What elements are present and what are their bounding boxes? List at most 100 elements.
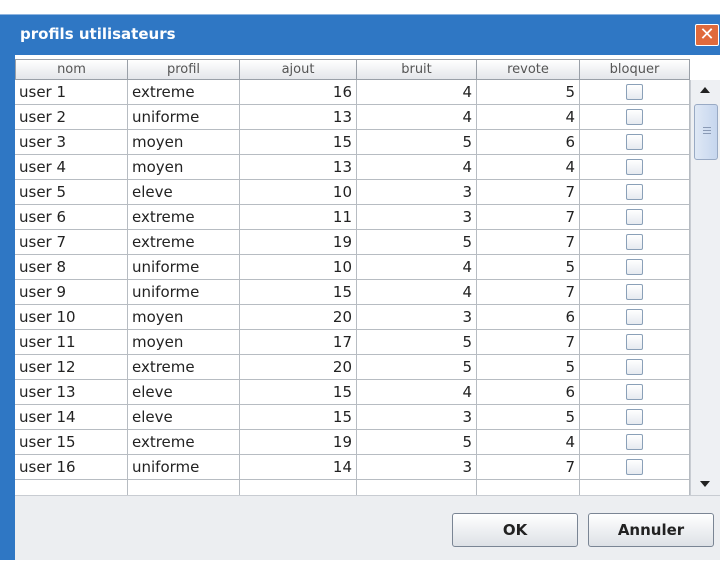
cell-ajout[interactable]: 15 [240,130,357,155]
cell-bruit[interactable]: 4 [357,255,477,280]
cell-nom[interactable]: user 7 [15,230,128,255]
cell-profil[interactable]: eleve [128,405,240,430]
cell-nom[interactable]: user 5 [15,180,128,205]
cell-ajout[interactable]: 19 [240,230,357,255]
cell-profil[interactable]: extreme [128,430,240,455]
table-row[interactable]: user 7 extreme 19 5 7 [15,230,690,255]
cell-revote[interactable]: 5 [477,80,580,105]
cell-revote[interactable]: 5 [477,405,580,430]
cell-revote[interactable]: 7 [477,205,580,230]
table-row[interactable]: user 12 extreme 20 5 5 [15,355,690,380]
cell-profil[interactable]: moyen [128,155,240,180]
cell-nom[interactable]: user 10 [15,305,128,330]
bloquer-checkbox[interactable] [625,309,643,325]
bloquer-checkbox[interactable] [625,209,643,225]
cell-nom[interactable]: user 4 [15,155,128,180]
table-row[interactable]: user 10 moyen 20 3 6 [15,305,690,330]
cell-bruit[interactable]: 5 [357,130,477,155]
cell-revote[interactable]: 7 [477,180,580,205]
cell-profil[interactable]: uniforme [128,280,240,305]
cell-profil[interactable]: uniforme [128,455,240,480]
cell-nom[interactable]: user 1 [15,80,128,105]
table-row[interactable]: user 14 eleve 15 3 5 [15,405,690,430]
cell-profil[interactable]: extreme [128,205,240,230]
cell-revote[interactable]: 6 [477,130,580,155]
title-bar[interactable]: profils utilisateurs ✕ [0,14,720,55]
cell-bruit[interactable]: 5 [357,330,477,355]
cell-nom[interactable]: user 6 [15,205,128,230]
cell-ajout[interactable]: 15 [240,405,357,430]
cell-revote[interactable]: 5 [477,255,580,280]
bloquer-checkbox[interactable] [625,384,643,400]
cell-profil[interactable]: uniforme [128,255,240,280]
cancel-button[interactable]: Annuler [588,513,714,547]
table-row[interactable]: user 3 moyen 15 5 6 [15,130,690,155]
bloquer-checkbox[interactable] [625,259,643,275]
cell-bruit[interactable]: 3 [357,455,477,480]
cell-ajout[interactable]: 15 [240,380,357,405]
cell-bruit[interactable]: 4 [357,155,477,180]
scroll-down-button[interactable] [691,474,720,495]
column-header-bruit[interactable]: bruit [357,59,477,80]
cell-nom[interactable]: user 2 [15,105,128,130]
bloquer-checkbox[interactable] [625,434,643,450]
cell-bruit[interactable]: 4 [357,380,477,405]
scroll-up-button[interactable] [691,80,720,101]
cell-profil[interactable]: eleve [128,180,240,205]
cell-bruit[interactable]: 5 [357,430,477,455]
cell-ajout[interactable]: 11 [240,205,357,230]
bloquer-checkbox[interactable] [625,159,643,175]
bloquer-checkbox[interactable] [625,284,643,300]
cell-nom[interactable]: user 15 [15,430,128,455]
bloquer-checkbox[interactable] [625,359,643,375]
bloquer-checkbox[interactable] [625,234,643,250]
cell-revote[interactable]: 7 [477,455,580,480]
cell-profil[interactable]: moyen [128,305,240,330]
cell-bruit[interactable]: 4 [357,105,477,130]
column-header-profil[interactable]: profil [128,59,240,80]
table-row[interactable]: user 11 moyen 17 5 7 [15,330,690,355]
table-row[interactable]: user 16 uniforme 14 3 7 [15,455,690,480]
cell-revote[interactable]: 4 [477,155,580,180]
column-header-ajout[interactable]: ajout [240,59,357,80]
cell-bruit[interactable]: 4 [357,280,477,305]
cell-nom[interactable]: user 8 [15,255,128,280]
cell-revote[interactable]: 5 [477,355,580,380]
bloquer-checkbox[interactable] [625,409,643,425]
table-row[interactable]: user 1 extreme 16 4 5 [15,80,690,105]
bloquer-checkbox[interactable] [625,334,643,350]
cell-ajout[interactable]: 19 [240,430,357,455]
column-header-bloquer[interactable]: bloquer [580,59,690,80]
cell-profil[interactable]: moyen [128,130,240,155]
close-button[interactable]: ✕ [695,24,719,46]
column-header-revote[interactable]: revote [477,59,580,80]
cell-bruit[interactable]: 4 [357,80,477,105]
cell-ajout[interactable]: 10 [240,180,357,205]
cell-ajout[interactable]: 13 [240,155,357,180]
bloquer-checkbox[interactable] [625,134,643,150]
cell-revote[interactable]: 4 [477,105,580,130]
cell-revote[interactable]: 6 [477,380,580,405]
cell-bruit[interactable]: 3 [357,305,477,330]
bloquer-checkbox[interactable] [625,184,643,200]
cell-ajout[interactable]: 15 [240,280,357,305]
cell-profil[interactable]: eleve [128,380,240,405]
cell-bruit[interactable]: 3 [357,405,477,430]
cell-profil[interactable]: extreme [128,355,240,380]
table-row[interactable]: user 2 uniforme 13 4 4 [15,105,690,130]
cell-bruit[interactable]: 3 [357,180,477,205]
cell-nom[interactable]: user 11 [15,330,128,355]
cell-nom[interactable]: user 14 [15,405,128,430]
cell-ajout[interactable]: 20 [240,355,357,380]
table-row[interactable]: user 9 uniforme 15 4 7 [15,280,690,305]
cell-profil[interactable]: uniforme [128,105,240,130]
cell-bruit[interactable]: 5 [357,230,477,255]
cell-nom[interactable]: user 9 [15,280,128,305]
table-row[interactable]: user 5 eleve 10 3 7 [15,180,690,205]
cell-ajout[interactable]: 13 [240,105,357,130]
cell-ajout[interactable]: 20 [240,305,357,330]
cell-profil[interactable]: extreme [128,230,240,255]
scroll-thumb[interactable] [694,104,718,160]
bloquer-checkbox[interactable] [625,84,643,100]
cell-bruit[interactable]: 3 [357,205,477,230]
